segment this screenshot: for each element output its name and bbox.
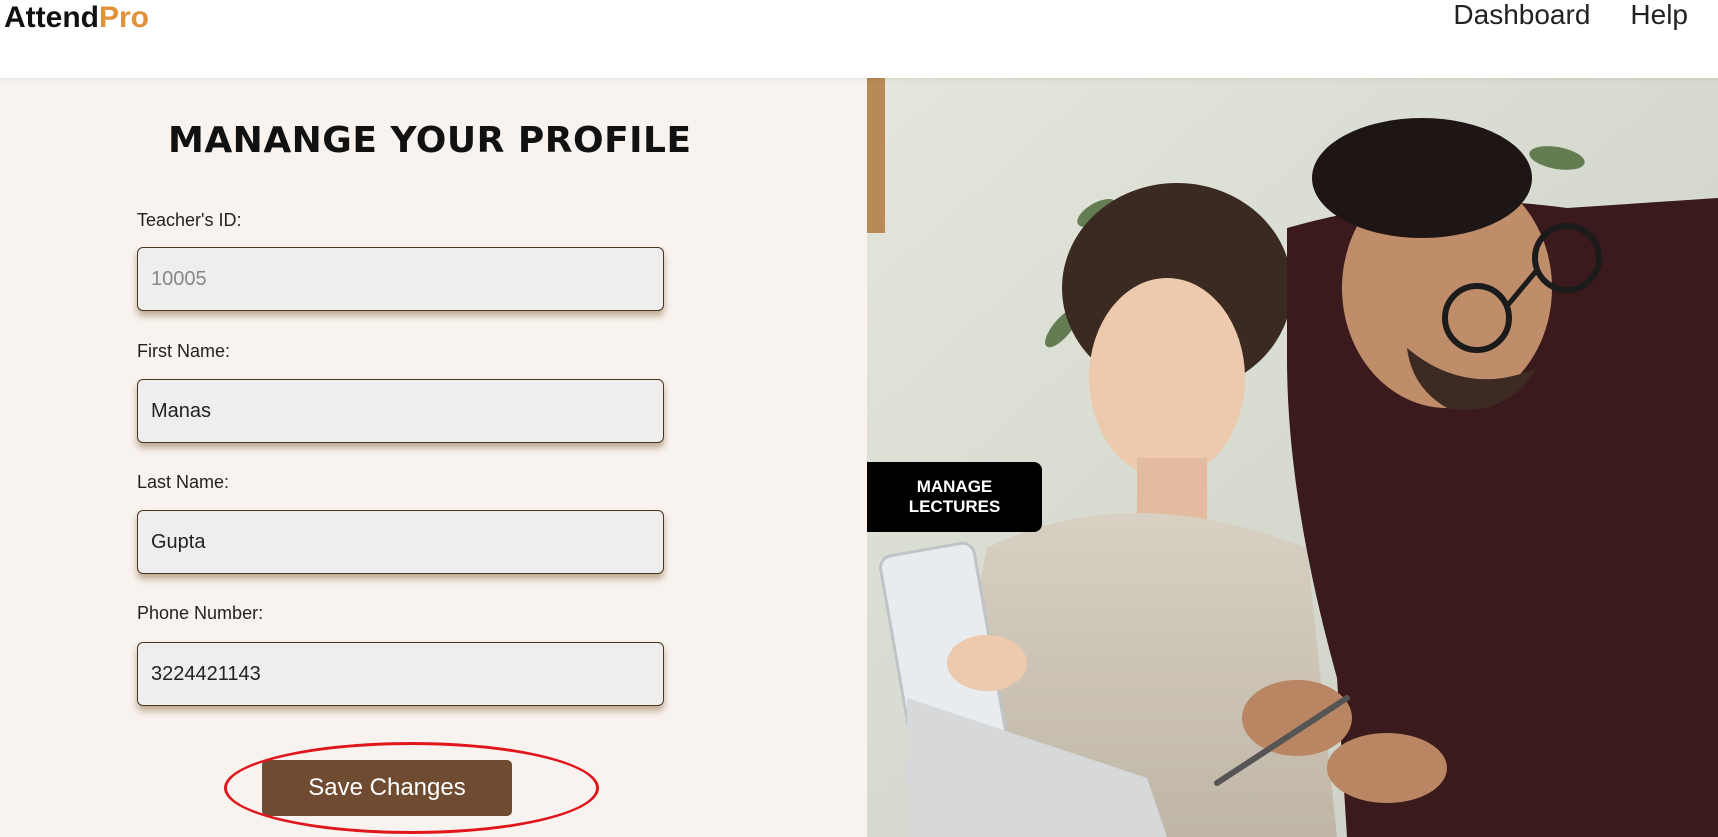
- teacher-id-label: Teacher's ID:: [137, 210, 242, 230]
- top-navbar: AttendPro Dashboard Help: [0, 0, 1718, 78]
- phone-number-label: Phone Number:: [137, 603, 264, 623]
- last-name-field[interactable]: [137, 510, 664, 574]
- nav-link-dashboard[interactable]: Dashboard: [1453, 0, 1590, 32]
- save-changes-button[interactable]: Save Changes: [262, 760, 512, 816]
- teacher-id-field[interactable]: [137, 247, 664, 311]
- hero-photo: [867, 78, 1718, 837]
- last-name-label: Last Name:: [137, 472, 230, 492]
- app-logo[interactable]: AttendPro: [4, 0, 149, 36]
- first-name-label: First Name:: [137, 341, 231, 361]
- logo-accent-text: Pro: [98, 1, 149, 34]
- nav-menu: Dashboard Help: [1453, 0, 1688, 32]
- manage-lectures-button[interactable]: MANAGE LECTURES: [867, 462, 1042, 532]
- page-title: MANANGE YOUR PROFILE: [168, 120, 692, 161]
- first-name-field[interactable]: [137, 379, 664, 443]
- profile-form-panel: [0, 78, 867, 837]
- phone-number-field[interactable]: [137, 642, 664, 706]
- nav-link-help[interactable]: Help: [1630, 0, 1688, 32]
- hero-illustration: [867, 78, 1718, 837]
- logo-main-text: Attend: [4, 1, 99, 34]
